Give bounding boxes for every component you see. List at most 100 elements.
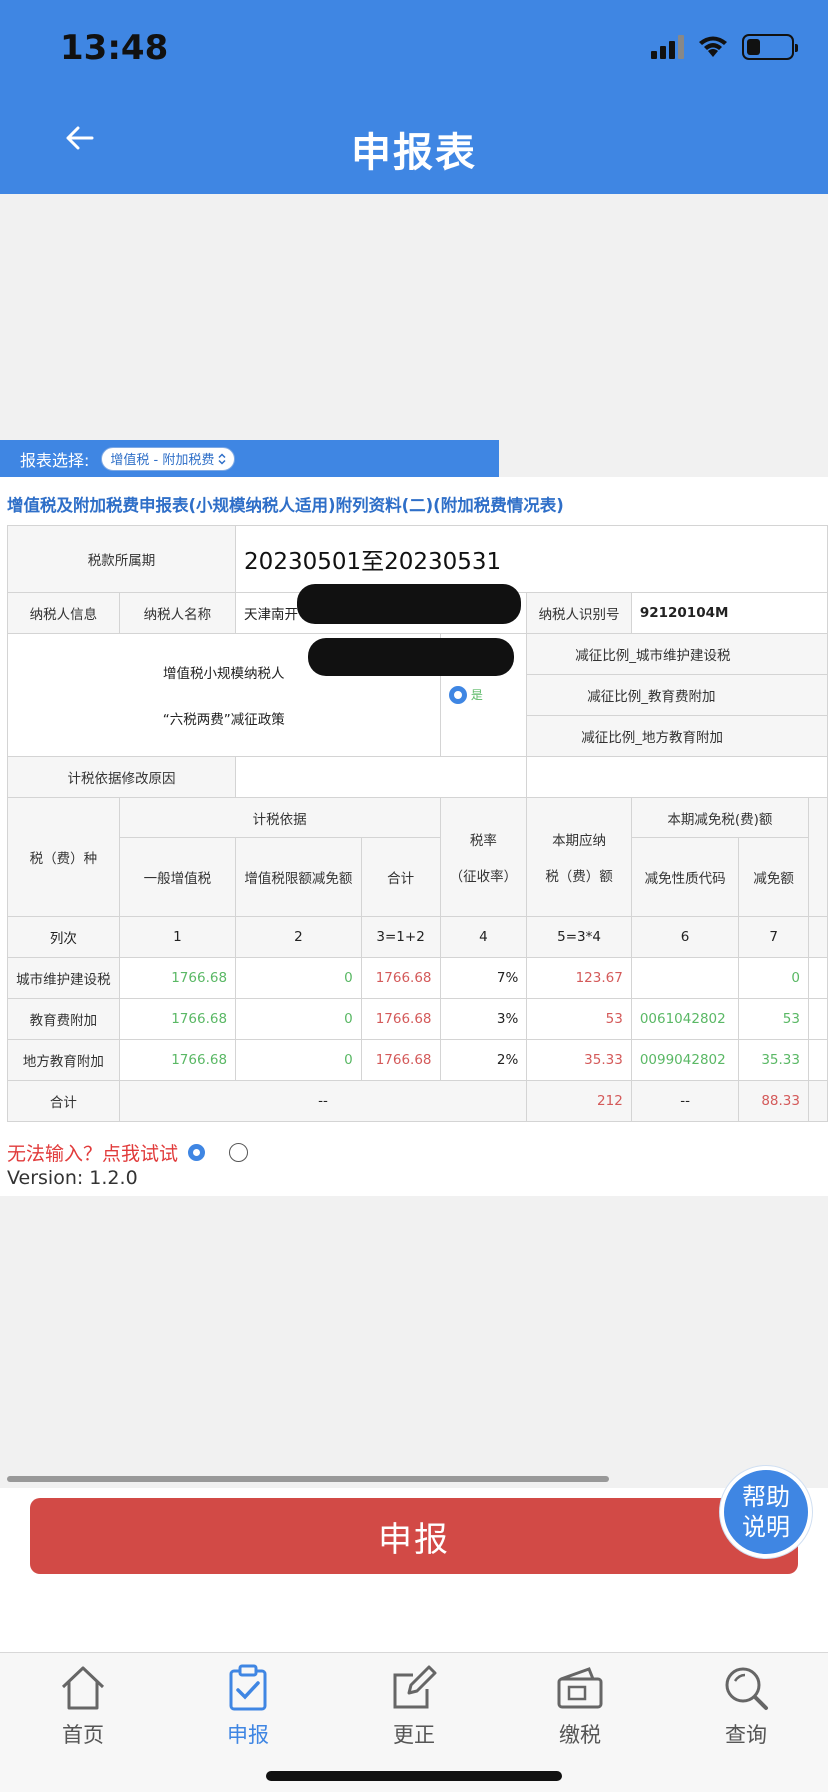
column-number: 4	[439, 916, 528, 958]
reduction-code-value[interactable]: 0061042802	[630, 998, 740, 1040]
reduction-ratio-3: 减征比例_地方教育附加	[526, 715, 828, 757]
policy-yes-label: 是	[470, 688, 483, 702]
action-area: 申报	[0, 1488, 828, 1652]
general-vat-value[interactable]: 1766.68	[118, 998, 237, 1040]
reduction-code-value[interactable]: 0099042802	[630, 1039, 740, 1081]
total-value: 1766.68	[360, 957, 441, 999]
taxpayer-name-label: 纳税人名称	[118, 592, 237, 634]
rate-value: 3%	[439, 998, 528, 1040]
tab-correct[interactable]: 更正	[364, 1663, 464, 1749]
rate-header-line2: （征收率）	[449, 869, 518, 885]
total-row-label: 合计	[7, 1080, 120, 1122]
general-vat-value[interactable]: 1766.68	[118, 957, 237, 999]
tab-label: 缴税	[559, 1723, 601, 1747]
total-row-code: --	[630, 1080, 740, 1122]
taxpayer-id-label: 纳税人识别号	[526, 592, 632, 634]
column-number: 3=1+2	[360, 916, 441, 958]
battery-icon	[742, 34, 798, 60]
vat-limit-reduction-header: 增值税限额减免额	[235, 837, 362, 917]
tax-type-header: 税（费）种	[7, 797, 120, 917]
total-row-basis: --	[118, 1080, 528, 1122]
total-row-reduction: 88.33	[738, 1080, 809, 1122]
rate-header-line1: 税率	[469, 833, 497, 849]
input-hint: 无法输入？点我试试	[7, 1139, 249, 1166]
home-icon	[61, 1666, 105, 1710]
rate-value: 7%	[439, 957, 528, 999]
status-time: 13:48	[60, 28, 169, 68]
reduction-amount-value[interactable]: 53	[738, 998, 809, 1040]
wifi-icon	[699, 36, 727, 57]
column-number-row: 列次 1 2 3=1+2 4 5=3*4 6 7	[7, 916, 828, 958]
table-row: 教育费附加 1766.68 0 1766.68 3% 53 0061042802…	[7, 998, 828, 1040]
limit-reduction-value[interactable]: 0	[235, 998, 362, 1040]
clipboard-check-icon	[229, 1664, 267, 1711]
horizontal-scrollbar[interactable]	[7, 1476, 609, 1482]
reduction-ratio-2: 减征比例_教育费附加	[526, 674, 828, 716]
period-cell: 20230501至20230531	[235, 525, 828, 624]
help-line1: 帮助	[742, 1483, 790, 1511]
modify-reason-extra	[526, 756, 828, 798]
search-icon	[725, 1667, 768, 1710]
reduction-amount-value[interactable]: 35.33	[738, 1039, 809, 1081]
total-header: 合计	[360, 837, 441, 917]
modify-reason-input[interactable]	[235, 756, 528, 798]
payable-value: 123.67	[526, 957, 632, 999]
taxpayer-info-label: 纳税人信息	[7, 592, 120, 634]
input-mode-radio-1[interactable]	[188, 1144, 206, 1161]
payable-value: 35.33	[526, 1039, 632, 1081]
rate-header: 税率 （征收率）	[439, 797, 528, 917]
reduction-code-value[interactable]	[630, 957, 740, 999]
column-number: 6	[630, 916, 740, 958]
policy-yes-radio[interactable]	[448, 686, 467, 704]
wallet-icon	[557, 1667, 603, 1709]
redaction-mark	[296, 583, 521, 624]
reduction-section-header: 本期减免税(费)额	[630, 797, 809, 838]
tax-name: 城市维护建设税	[7, 957, 120, 999]
period-value: 20230501至20230531	[244, 549, 502, 575]
submit-button[interactable]: 申报	[30, 1498, 798, 1574]
general-vat-header: 一般增值税	[118, 837, 237, 917]
table-row: 城市维护建设税 1766.68 0 1766.68 7% 123.67 0	[7, 957, 828, 999]
payable-header-line2: 税（费）额	[545, 869, 613, 885]
report-selector[interactable]: 增值税 - 附加税费	[101, 446, 236, 471]
tab-query[interactable]: 查询	[696, 1663, 796, 1749]
help-button[interactable]: 帮助 说明	[720, 1466, 812, 1558]
tab-label: 申报	[227, 1723, 269, 1747]
tab-label: 更正	[393, 1723, 435, 1747]
reduction-code-header: 减免性质代码	[630, 837, 740, 917]
total-value: 1766.68	[360, 998, 441, 1040]
rate-value: 2%	[439, 1039, 528, 1081]
tab-home[interactable]: 首页	[33, 1663, 133, 1749]
home-indicator	[266, 1771, 562, 1781]
cellular-signal-icon	[651, 35, 684, 59]
general-vat-value[interactable]: 1766.68	[118, 1039, 237, 1081]
taxpayer-name-value: 天津南开	[244, 607, 299, 623]
input-mode-radio-2[interactable]	[229, 1143, 249, 1162]
table-row: 地方教育附加 1766.68 0 1766.68 2% 35.33 009904…	[7, 1039, 828, 1081]
input-hint-text[interactable]: 无法输入？点我试试	[7, 1139, 178, 1166]
limit-reduction-value[interactable]: 0	[235, 1039, 362, 1081]
reduction-amount-value[interactable]: 0	[738, 957, 809, 999]
page-title: 申报表	[351, 130, 477, 176]
payable-header-line1: 本期应纳	[552, 833, 607, 849]
column-number-label: 列次	[7, 916, 120, 958]
help-line2: 说明	[742, 1513, 790, 1541]
payable-header: 本期应纳 税（费）额	[526, 797, 632, 917]
column-number: 5=3*4	[526, 916, 632, 958]
policy-line2: “六税两费”减征政策	[162, 712, 285, 728]
modify-reason-label: 计税依据修改原因	[6, 756, 237, 798]
header: 13:48 申报表	[0, 0, 828, 194]
report-selector-bar: 报表选择: 增值税 - 附加税费	[0, 440, 499, 477]
status-icons	[651, 34, 798, 60]
tab-label: 查询	[725, 1723, 767, 1747]
report-selector-value: 增值税 - 附加税费	[110, 453, 215, 468]
total-value: 1766.68	[360, 1039, 441, 1081]
payable-value: 53	[526, 998, 632, 1040]
tax-table: 税款所属期 20230501至20230531 纳税人信息 纳税人名称 天津南开…	[6, 525, 828, 1122]
column-number: 7	[738, 916, 809, 958]
tab-declare[interactable]: 申报	[198, 1663, 298, 1749]
reduction-amount-header: 减免额	[738, 837, 809, 917]
tab-pay[interactable]: 缴税	[530, 1663, 630, 1749]
limit-reduction-value[interactable]: 0	[235, 957, 362, 999]
tax-name: 教育费附加	[7, 998, 120, 1040]
